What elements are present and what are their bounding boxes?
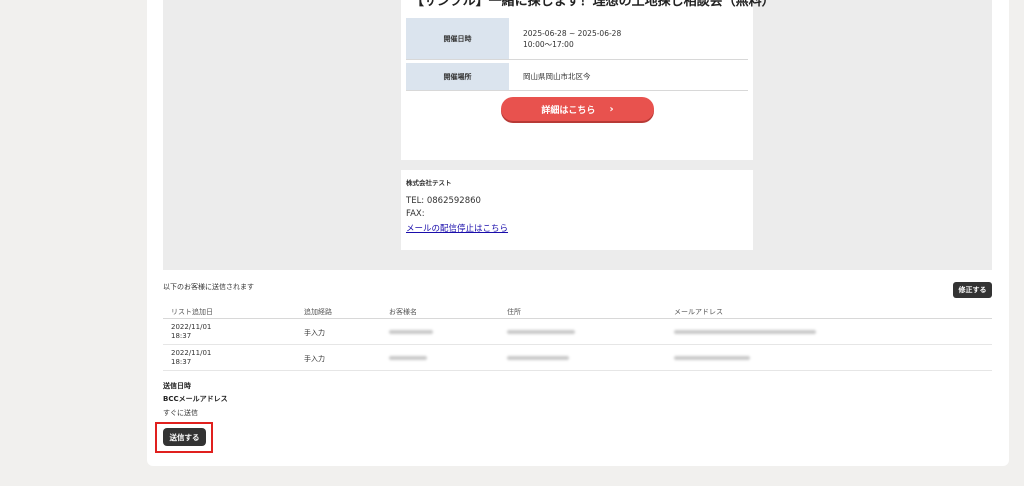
redacted-email	[674, 330, 816, 334]
event-detail-button[interactable]: 詳細はこちら ›	[501, 97, 654, 121]
redacted-email	[674, 356, 750, 360]
redacted-name	[389, 330, 433, 334]
event-place-row: 開催場所 岡山県岡山市北区今	[406, 63, 748, 91]
company-fax: FAX:	[406, 209, 425, 219]
col-list-added-date: リスト追加日	[171, 308, 213, 316]
col-route: 追加経路	[304, 308, 332, 316]
redacted-address	[507, 356, 569, 360]
recipients-table: リスト追加日 追加経路 お客様名 住所 メールアドレス 2022/11/01 1…	[163, 304, 992, 371]
recipients-notice: 以下のお客様に送信されます	[163, 283, 254, 291]
col-address: 住所	[507, 308, 521, 316]
event-date-range: 2025-06-28 ~ 2025-06-28	[523, 28, 622, 38]
event-date-value: 2025-06-28 ~ 2025-06-28 10:00〜17:00	[509, 18, 621, 59]
event-date-label: 開催日時	[406, 18, 509, 59]
edit-recipients-button[interactable]: 修正する	[953, 282, 992, 298]
event-time-range: 10:00〜17:00	[523, 39, 574, 49]
table-header: リスト追加日 追加経路 お客様名 住所 メールアドレス	[163, 304, 992, 319]
col-email: メールアドレス	[674, 308, 723, 316]
col-customer-name: お客様名	[389, 308, 417, 316]
send-schedule-label: 送信日時	[163, 382, 191, 390]
event-title: 【サンプル】一緒に探します！理想の土地探し相談会（無料）	[411, 0, 775, 9]
unsubscribe-link[interactable]: メールの配信停止はこちら	[406, 222, 508, 234]
row-date: 2022/11/01 18:37	[171, 323, 212, 340]
row-date: 2022/11/01 18:37	[171, 349, 212, 366]
email-preview: 【サンプル】一緒に探します！理想の土地探し相談会（無料） 開催日時 2025-0…	[163, 0, 992, 270]
table-row: 2022/11/01 18:37 手入力	[163, 319, 992, 345]
company-name: 株式会社テスト	[406, 179, 452, 187]
table-row: 2022/11/01 18:37 手入力	[163, 345, 992, 371]
row-route: 手入力	[304, 355, 325, 363]
row-route: 手入力	[304, 329, 325, 337]
send-button[interactable]: 送信する	[163, 428, 206, 446]
event-place-value: 岡山県岡山市北区今	[523, 72, 591, 81]
email-footer: 株式会社テスト TEL: 0862592860 FAX: メールの配信停止はこち…	[401, 170, 753, 250]
chevron-right-icon: ›	[609, 103, 614, 115]
redacted-address	[507, 330, 575, 334]
event-place-label: 開催場所	[406, 63, 509, 90]
event-card: 【サンプル】一緒に探します！理想の土地探し相談会（無料） 開催日時 2025-0…	[401, 0, 775, 160]
bcc-email-label: BCCメールアドレス	[163, 395, 228, 403]
event-detail-label: 詳細はこちら	[541, 105, 596, 116]
company-tel: TEL: 0862592860	[406, 196, 481, 206]
event-date-row: 開催日時 2025-06-28 ~ 2025-06-28 10:00〜17:00	[406, 18, 748, 60]
send-schedule-value: すぐに送信	[163, 409, 198, 417]
redacted-name	[389, 356, 427, 360]
